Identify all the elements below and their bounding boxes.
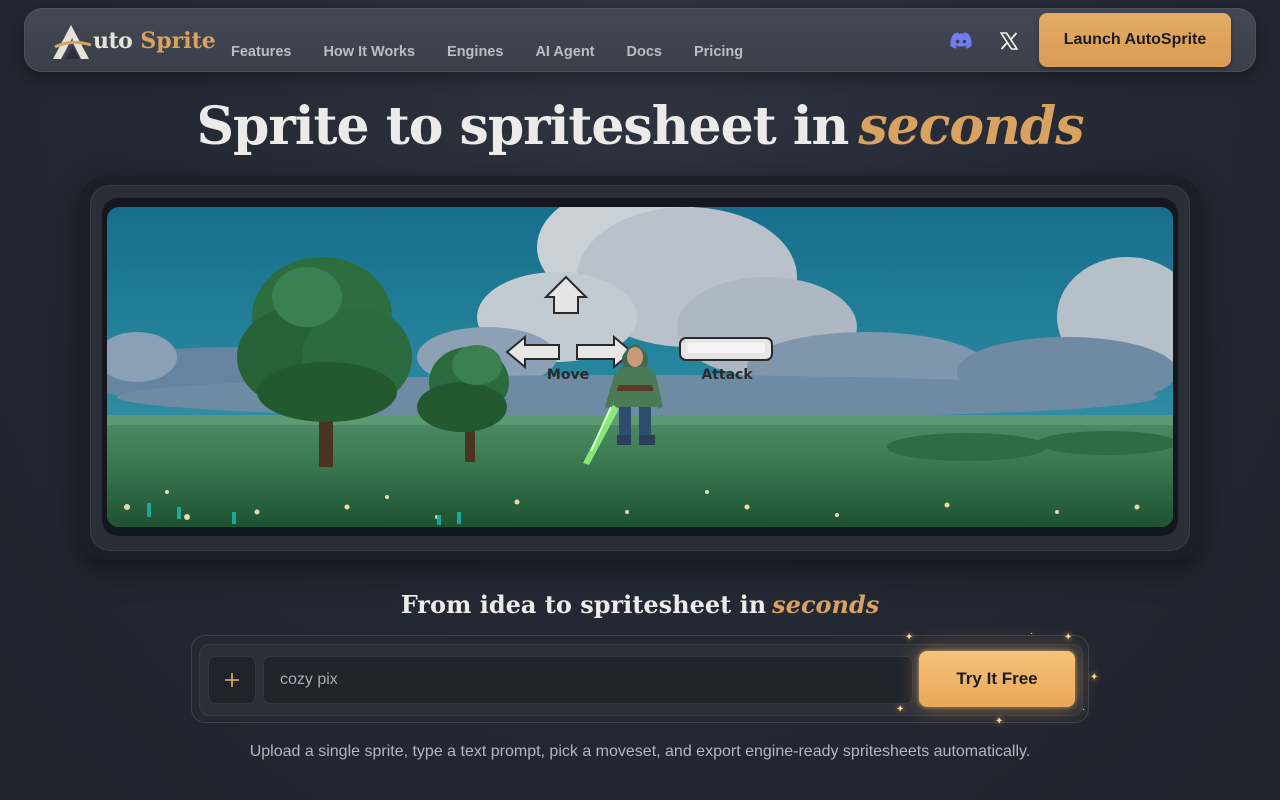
- plus-icon: [225, 673, 239, 687]
- hero-title: Sprite to spritesheet in seconds: [0, 96, 1280, 157]
- prompt-section-title: From idea to spritesheet in seconds: [0, 590, 1280, 619]
- nav-link-engines[interactable]: Engines: [447, 44, 503, 60]
- prompt-title-main: From idea to spritesheet in: [400, 590, 767, 619]
- sparkle-icon: ✦: [995, 716, 1004, 727]
- attack-label: Attack: [701, 367, 753, 383]
- move-label: Move: [547, 367, 589, 383]
- top-navbar: uto Sprite Features How It Works Engines…: [24, 8, 1256, 72]
- discord-icon[interactable]: [949, 29, 973, 53]
- nav-links: Features How It Works Engines AI Agent D…: [231, 9, 775, 73]
- sparkle-icon: ✦: [1064, 632, 1073, 643]
- logo-mark-icon: [53, 25, 92, 59]
- nav-link-pricing[interactable]: Pricing: [694, 44, 743, 60]
- sparkle-icon: ✦: [1090, 672, 1099, 683]
- nav-link-docs[interactable]: Docs: [627, 44, 662, 60]
- nav-link-ai-agent[interactable]: AI Agent: [535, 44, 594, 60]
- logo-text-sprite: Sprite: [140, 28, 216, 54]
- launch-autosprite-button[interactable]: Launch AutoSprite: [1039, 13, 1231, 67]
- add-sprite-button[interactable]: [208, 656, 256, 704]
- sparkle-icon: ✦: [905, 632, 914, 643]
- prompt-description: Upload a single sprite, type a text prom…: [249, 743, 1031, 760]
- game-preview-scene: Move Attack: [107, 207, 1173, 527]
- logo[interactable]: uto Sprite: [51, 21, 216, 61]
- nav-link-features[interactable]: Features: [231, 44, 291, 60]
- spacebar-key-icon: [679, 337, 773, 361]
- x-twitter-icon[interactable]: [997, 29, 1021, 53]
- sparkle-icon: ✦: [896, 704, 905, 715]
- try-it-free-button[interactable]: Try It Free: [919, 651, 1075, 707]
- prompt-input[interactable]: [263, 656, 913, 704]
- sparkle-icon: ·: [1082, 704, 1086, 715]
- hero-title-main: Sprite to spritesheet in: [196, 96, 849, 157]
- prompt-title-accent: seconds: [772, 590, 880, 619]
- hero-title-accent: seconds: [858, 96, 1084, 157]
- logo-text-auto: uto: [93, 28, 133, 54]
- nav-link-how-it-works[interactable]: How It Works: [323, 44, 415, 60]
- sparkle-icon: ·: [1030, 628, 1034, 639]
